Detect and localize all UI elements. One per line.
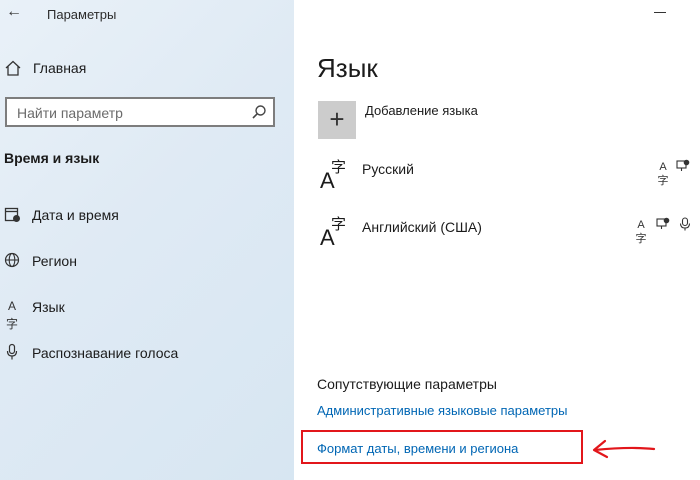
add-language-button[interactable]: + (318, 101, 356, 139)
search-input[interactable] (15, 103, 239, 123)
language-icon: A字 (5, 299, 18, 331)
page-title: Язык (317, 53, 378, 83)
home-icon (5, 60, 21, 76)
sidebar-item-label: Главная (33, 60, 87, 76)
sidebar-item-region[interactable]: Регион (4, 250, 274, 272)
language-name: Английский (США) (362, 219, 482, 235)
search-icon[interactable] (251, 104, 267, 120)
language-icon: A字 (320, 159, 347, 193)
sidebar-item-date-time[interactable]: Дата и время (4, 204, 274, 226)
calendar-clock-icon (4, 207, 20, 222)
sidebar-item-home[interactable]: Главная (4, 58, 274, 78)
plus-icon: + (329, 104, 345, 134)
language-icon: A字 (320, 216, 347, 250)
sidebar-item-label: Регион (32, 253, 77, 269)
sidebar-item-language[interactable]: A字 Язык (4, 296, 274, 331)
minimize-button[interactable] (654, 12, 666, 13)
globe-icon (4, 252, 20, 268)
speech-feature-icon (676, 159, 690, 171)
window-title: Параметры (47, 7, 117, 22)
sidebar-item-label: Язык (32, 299, 65, 315)
speech-feature-icon (656, 217, 670, 229)
language-name: Русский (362, 161, 414, 177)
related-settings-title: Сопутствующие параметры (317, 376, 497, 392)
section-title: Время и язык (4, 150, 100, 166)
search-box[interactable] (5, 97, 275, 127)
language-item-russian[interactable]: A字 Русский A字 (318, 158, 698, 198)
sidebar-item-label: Распознавание голоса (32, 345, 179, 361)
language-item-english-us[interactable]: A字 Английский (США) A字 (318, 215, 698, 255)
red-arrow-icon (592, 439, 656, 459)
microphone-icon (679, 217, 691, 231)
sidebar-item-speech[interactable]: Распознавание голоса (4, 342, 274, 364)
display-language-icon: A字 (657, 161, 669, 187)
sidebar-item-label: Дата и время (32, 207, 119, 223)
back-arrow-icon[interactable]: ← (4, 2, 24, 22)
add-language-label[interactable]: Добавление языка (365, 103, 478, 118)
admin-language-settings-link[interactable]: Административные языковые параметры (317, 403, 568, 418)
microphone-icon (6, 343, 18, 360)
display-language-icon: A字 (635, 219, 647, 245)
highlight-box (301, 430, 583, 464)
